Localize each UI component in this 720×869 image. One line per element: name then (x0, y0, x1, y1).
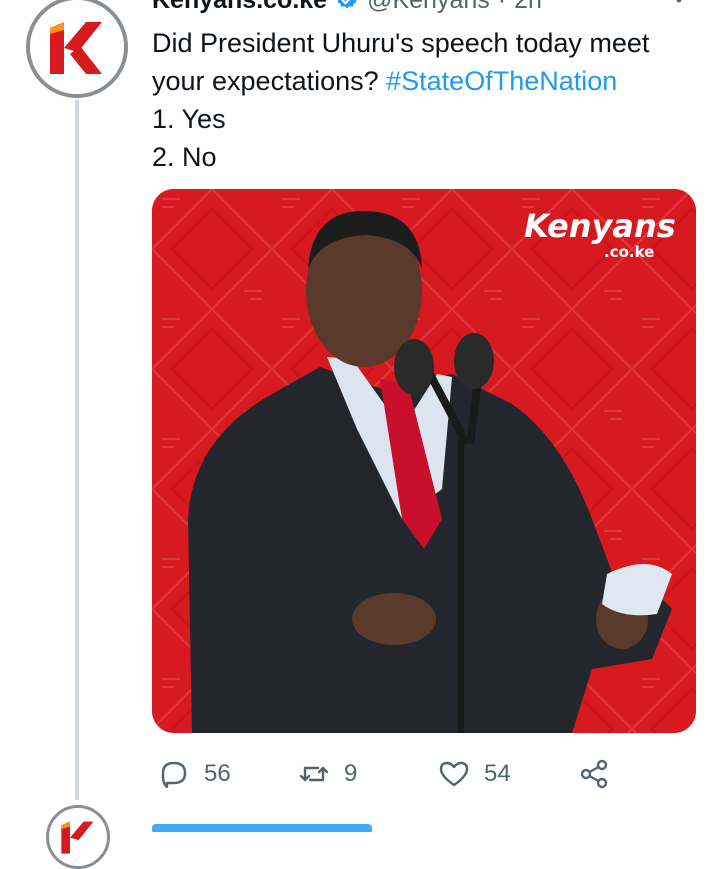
reply-button[interactable]: 56 (158, 752, 231, 796)
tweet-media-image[interactable]: Kenyans .co.ke (152, 189, 696, 733)
tweet-text-line1: Did President Uhuru's speech today meet (152, 28, 650, 58)
author-handle[interactable]: @Kenyans (367, 0, 490, 15)
retweet-button[interactable]: 9 (298, 752, 357, 796)
like-button[interactable]: 54 (438, 752, 511, 796)
retweet-icon (299, 766, 329, 782)
more-icon[interactable] (672, 0, 686, 10)
poll-option-yes: 1. Yes (152, 104, 226, 134)
like-count: 54 (484, 760, 511, 787)
tweet-actions: 56 9 54 (152, 752, 632, 796)
media-illustration: Kenyans .co.ke (152, 189, 696, 733)
brand-logo-subtext: .co.ke (604, 243, 654, 261)
poll-option-no: 2. No (152, 142, 217, 172)
tweet-text: Did President Uhuru's speech today meet … (152, 24, 712, 176)
tweet-text-line2-prefix: your expectations? (152, 66, 387, 96)
tweet-text-line2: your expectations? #StateOfTheNation (152, 62, 712, 100)
reply-icon (161, 761, 187, 789)
author-name[interactable]: Kenyans.co.ke (152, 0, 327, 15)
next-tweet-author-clipped[interactable] (152, 818, 392, 832)
hashtag-link[interactable]: #StateOfTheNation (386, 66, 617, 96)
separator-dot: · (498, 0, 506, 15)
next-tweet-avatar[interactable] (46, 805, 110, 869)
next-tweet-author-fragment (152, 824, 372, 832)
kenyans-logo (30, 0, 124, 94)
tweet-header: Kenyans.co.ke @Kenyans · 2h (152, 0, 542, 16)
verified-icon (337, 0, 357, 9)
kenyans-logo-small (61, 821, 94, 854)
share-icon (580, 759, 608, 789)
retweet-count: 9 (344, 760, 358, 787)
share-button[interactable] (578, 752, 610, 796)
author-avatar[interactable] (26, 0, 128, 98)
tweet-time[interactable]: 2h (514, 0, 542, 15)
reply-count: 56 (204, 760, 231, 787)
brand-logo-text: Kenyans (524, 207, 676, 245)
like-icon (439, 761, 469, 787)
thread-line (75, 100, 79, 800)
